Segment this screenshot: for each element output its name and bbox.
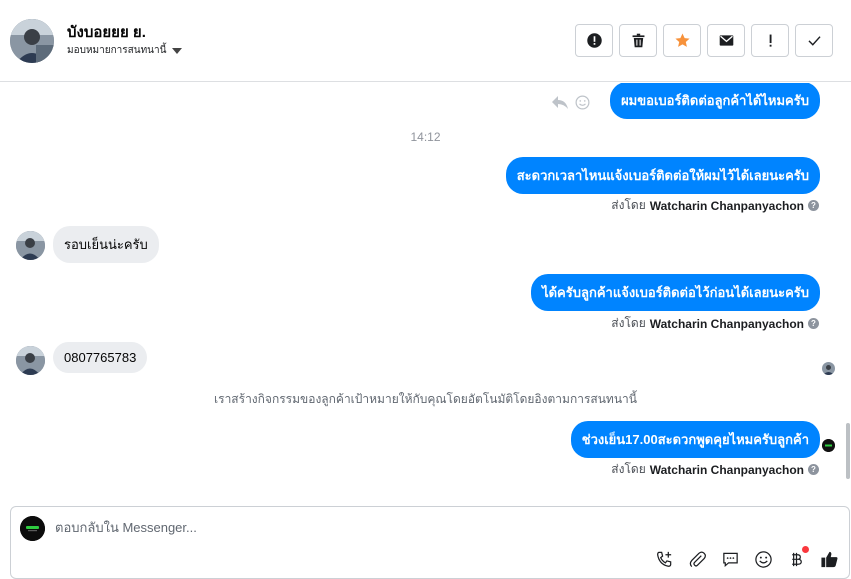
- system-note: เราสร้างกิจกรรมของลูกค้าเป้าหมายให้กับคุ…: [214, 392, 637, 406]
- sent-by-label: ส่งโดย Watcharin Chanpanyachon ?: [611, 314, 819, 333]
- thumbs-up-icon: [820, 551, 837, 567]
- phone-plus-icon: [656, 551, 671, 567]
- contact-avatar-small: [16, 231, 45, 260]
- sender-name: Watcharin Chanpanyachon: [649, 462, 804, 477]
- message-hover-tools: [551, 94, 590, 110]
- emoji-button[interactable]: [753, 549, 773, 569]
- mark-unread-button[interactable]: [707, 24, 745, 57]
- envelope-icon: [719, 35, 733, 46]
- incoming-message[interactable]: รอบเย็นน่ะครับ: [53, 226, 159, 263]
- message-thread[interactable]: ผมขอเบอร์ติดต่อลูกค้าได้ไหมครับ 14:12 สะ…: [0, 83, 851, 501]
- notification-dot: [802, 546, 809, 553]
- help-icon[interactable]: ?: [808, 318, 819, 329]
- star-button[interactable]: [663, 24, 701, 57]
- assign-label: มอบหมายการสนทนานี้: [67, 45, 167, 56]
- scrollbar-thumb[interactable]: [846, 423, 850, 479]
- assign-conversation-dropdown[interactable]: มอบหมายการสนทนานี้: [67, 43, 183, 58]
- conversation-actions: [575, 24, 833, 57]
- star-icon: [674, 33, 690, 47]
- outgoing-message[interactable]: ผมขอเบอร์ติดต่อลูกค้าได้ไหมครับ: [610, 83, 820, 119]
- paperclip-icon: [689, 551, 706, 567]
- reply-input[interactable]: [55, 520, 655, 535]
- add-call-button[interactable]: [654, 549, 674, 569]
- page-seen-avatar: [822, 439, 835, 452]
- smiley-icon: [754, 550, 772, 568]
- help-icon[interactable]: ?: [808, 464, 819, 475]
- emoji-reaction-icon[interactable]: [575, 95, 590, 110]
- help-icon[interactable]: ?: [808, 200, 819, 211]
- sent-by-label: ส่งโดย Watcharin Chanpanyachon ?: [611, 196, 819, 215]
- trash-icon: [632, 33, 644, 48]
- caret-down-icon: [172, 47, 183, 54]
- reply-composer: [10, 506, 850, 579]
- delete-button[interactable]: [619, 24, 657, 57]
- outgoing-message[interactable]: ช่วงเย็น17.00สะดวกพูดคุยไหมครับลูกค้า: [570, 421, 820, 458]
- contact-name[interactable]: บังบอยยย ย.: [67, 20, 146, 44]
- contact-avatar[interactable]: [10, 19, 54, 63]
- message-timestamp: 14:12: [410, 130, 441, 144]
- alert-circle-icon: [586, 33, 602, 48]
- thread-scrollbar[interactable]: [843, 83, 851, 501]
- seen-avatar: [822, 362, 835, 375]
- sent-by-label: ส่งโดย Watcharin Chanpanyachon ?: [611, 460, 819, 479]
- outgoing-message[interactable]: สะดวกเวลาไหนแจ้งเบอร์ติดต่อให้ผมไว้ได้เล…: [505, 157, 820, 194]
- outgoing-message[interactable]: ได้ครับลูกค้าแจ้งเบอร์ติดต่อไว้ก่อนได้เล…: [531, 274, 820, 311]
- sent-by-prefix: ส่งโดย: [611, 462, 646, 476]
- sender-name: Watcharin Chanpanyachon: [649, 316, 804, 331]
- contact-avatar-small: [16, 346, 45, 375]
- composer-tools: [654, 546, 839, 569]
- follow-up-button[interactable]: [751, 24, 789, 57]
- check-icon: [807, 36, 821, 46]
- exclamation-icon: [769, 34, 772, 47]
- saved-replies-button[interactable]: [720, 549, 740, 569]
- spam-button[interactable]: [575, 24, 613, 57]
- page-avatar: [20, 516, 45, 541]
- sent-by-prefix: ส่งโดย: [611, 198, 646, 212]
- mark-done-button[interactable]: [795, 24, 833, 57]
- reply-icon[interactable]: [551, 94, 569, 110]
- payment-button[interactable]: [786, 546, 809, 569]
- conversation-header: บังบอยยย ย. มอบหมายการสนทนานี้: [0, 0, 851, 82]
- chat-bubble-icon: [722, 552, 738, 567]
- sent-by-prefix: ส่งโดย: [611, 316, 646, 330]
- sender-name: Watcharin Chanpanyachon: [649, 198, 804, 213]
- incoming-message[interactable]: 0807765783: [53, 342, 148, 373]
- attach-file-button[interactable]: [687, 549, 707, 569]
- like-button[interactable]: [819, 549, 839, 569]
